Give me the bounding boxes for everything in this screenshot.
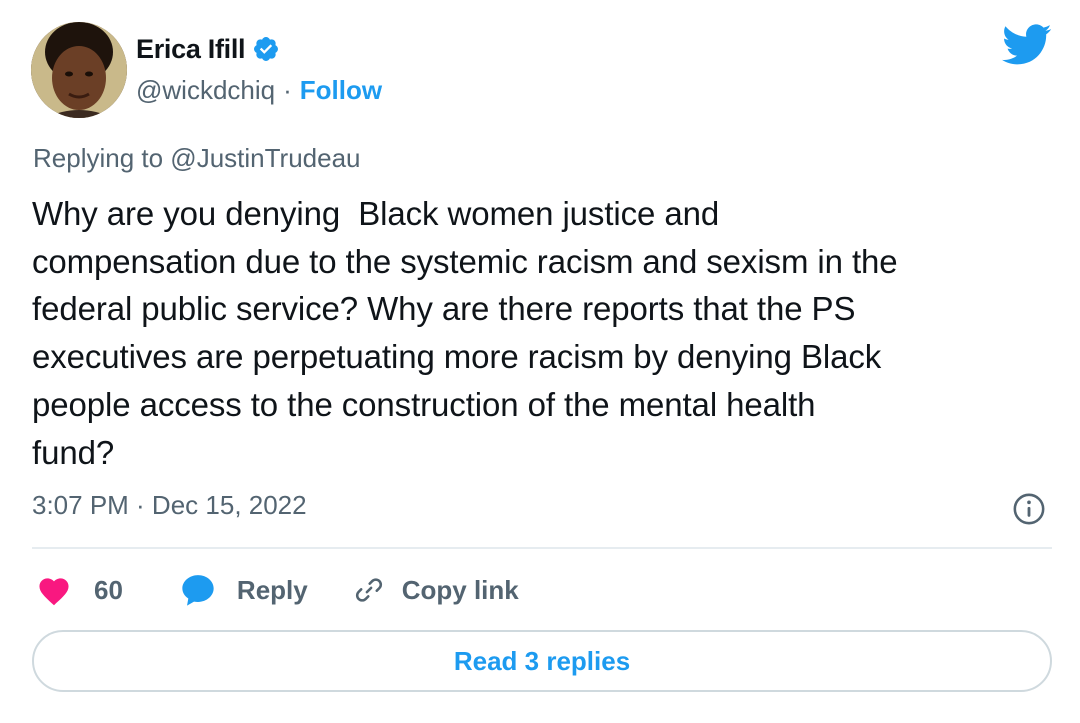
reply-button[interactable]: Reply	[179, 572, 352, 608]
author-name-row: Erica Ifill	[136, 30, 280, 68]
like-count: 60	[94, 574, 123, 605]
read-replies-label: Read 3 replies	[453, 645, 631, 676]
reply-label: Reply	[236, 574, 308, 605]
separator-dot: ·	[283, 74, 292, 105]
speech-bubble-icon	[179, 572, 217, 608]
link-icon	[352, 573, 386, 607]
tweet-timestamp[interactable]: 3:07 PM · Dec 15, 2022	[32, 490, 307, 521]
read-replies-button[interactable]: Read 3 replies	[32, 630, 1052, 692]
heart-icon	[36, 574, 72, 606]
author-handle-row: @wickdchiq · Follow	[136, 72, 382, 108]
verified-badge-icon	[252, 35, 280, 63]
twitter-bird-icon[interactable]	[1002, 24, 1052, 66]
tweet-card: Erica Ifill @wickdchiq · Follow Replying…	[0, 0, 1080, 723]
like-button[interactable]: 60	[36, 574, 179, 606]
tweet-body-text: Why are you denying Black women justice …	[32, 195, 898, 471]
info-icon[interactable]	[1012, 492, 1046, 526]
tweet-actions-bar: 60 Reply Copy link	[36, 570, 519, 610]
author-display-name[interactable]: Erica Ifill	[136, 34, 246, 65]
copy-link-button[interactable]: Copy link	[352, 573, 519, 607]
avatar[interactable]	[31, 22, 127, 118]
divider	[32, 547, 1052, 549]
copy-link-label: Copy link	[401, 574, 519, 605]
replying-to-text[interactable]: Replying to @JustinTrudeau	[33, 143, 361, 174]
follow-link[interactable]: Follow	[300, 75, 382, 106]
author-handle[interactable]: @wickdchiq	[136, 75, 275, 106]
